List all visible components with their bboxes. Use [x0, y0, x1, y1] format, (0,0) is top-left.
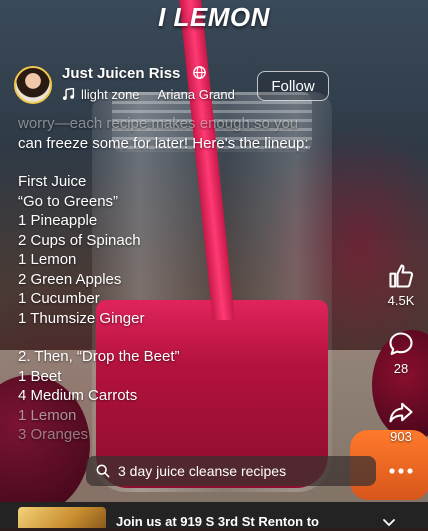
ingredient-item: 2 Green Apples: [18, 270, 122, 288]
ingredient-item: 1 Pineapple: [18, 212, 98, 229]
caption-line: can freeze some for later! Here's the li…: [18, 134, 309, 152]
section-title: 2. Then, “Drop the Beet”: [18, 348, 180, 365]
music-artist: Ariana Grand: [157, 87, 235, 102]
like-button[interactable]: 4.5K: [381, 262, 421, 308]
ingredient-item: 3 Oranges: [18, 426, 89, 443]
post-header: Just Juicen Riss llight zone Ariana Gran…: [14, 64, 418, 108]
share-arrow-icon: [389, 402, 413, 423]
ingredient-item: 4 Medium Carrots: [18, 387, 138, 404]
music-attribution[interactable]: llight zone Ariana Grand: [62, 87, 235, 102]
globe-icon: [193, 66, 206, 79]
search-query: 3 day juice cleanse recipes: [118, 463, 287, 479]
comment-button[interactable]: 28: [381, 330, 421, 376]
promo-text[interactable]: Join us at 919 S 3rd St Renton to: [116, 514, 319, 529]
related-search-pill[interactable]: 3 day juice cleanse recipes: [86, 456, 376, 486]
music-note-icon: [62, 88, 75, 101]
share-count: 903: [390, 429, 412, 444]
promo-thumbnail[interactable]: [18, 507, 106, 528]
section-subtitle: “Go to Greens”: [18, 192, 119, 210]
comment-bubble-icon: [389, 332, 413, 355]
ingredient-item: 2 Cups of Spinach: [18, 231, 141, 249]
ingredient-item: 1 Lemon: [18, 251, 77, 268]
like-count: 4.5K: [387, 293, 415, 308]
more-dots-icon[interactable]: [388, 466, 414, 476]
follow-button[interactable]: Follow: [257, 71, 329, 101]
section-title: First Juice: [18, 173, 87, 190]
post-caption[interactable]: worry—each recipe makes enough so you ca…: [18, 114, 348, 445]
share-button[interactable]: 903: [381, 398, 421, 444]
caption-faded-line: worry—each recipe makes enough so you: [18, 115, 299, 132]
ingredient-item: 1 Lemon: [18, 406, 77, 424]
heart-like-icon: [389, 264, 414, 288]
music-track: llight zone: [81, 87, 140, 102]
ingredient-item: 1 Thumsize Ginger: [18, 309, 145, 327]
ingredient-item: 1 Cucumber: [18, 290, 100, 307]
username[interactable]: Just Juicen Riss: [62, 65, 180, 82]
close-icon[interactable]: [381, 515, 397, 531]
avatar[interactable]: [14, 66, 52, 104]
comment-count: 28: [393, 361, 409, 376]
search-icon: [96, 464, 110, 478]
ingredient-item: 1 Beet: [18, 367, 62, 385]
video-overlay-title: I LEMON: [158, 2, 270, 32]
